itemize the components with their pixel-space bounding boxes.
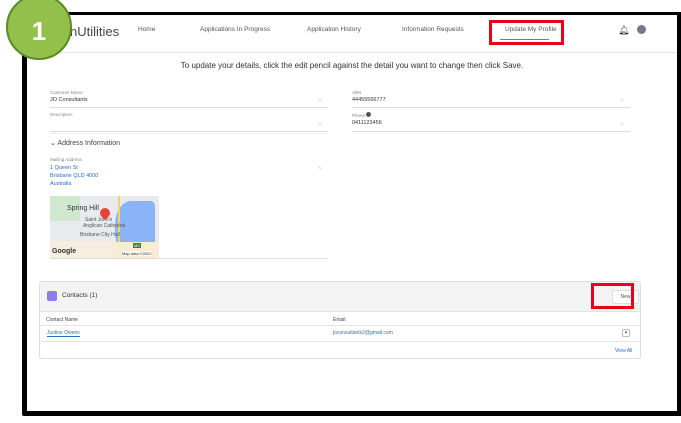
phone-value: 0411123456 (352, 120, 382, 126)
edit-pencil-icon[interactable]: ✎ (620, 122, 624, 128)
contacts-icon (47, 291, 57, 301)
google-logo: Google (52, 248, 77, 255)
view-all-link[interactable]: View All (615, 348, 632, 354)
contacts-card: Contacts (1) New Contact Name Email Just… (39, 281, 641, 359)
bell-icon[interactable]: 🔔︎ (618, 25, 629, 36)
user-avatar-icon[interactable] (637, 25, 646, 34)
map-attribution: Map data ©2022 (122, 251, 152, 256)
highlight-box (489, 20, 564, 45)
edit-pencil-icon[interactable]: ✎ (318, 122, 322, 128)
description-label: Description (50, 112, 73, 117)
contacts-title[interactable]: Contacts (1) (62, 292, 97, 299)
address-section-toggle[interactable]: ⌄ Address Information (50, 139, 120, 147)
field-divider (50, 131, 328, 132)
row-actions-dropdown-icon[interactable]: ▾ (622, 329, 630, 337)
address-line3[interactable]: Australia (50, 181, 71, 187)
info-icon[interactable] (366, 112, 372, 117)
nav-divider (27, 52, 677, 53)
field-divider (50, 107, 328, 108)
map-label: Anglican Cathedral (83, 223, 126, 229)
nav-information-requests[interactable]: Information Requests (402, 26, 464, 33)
address-section-title: Address Information (57, 140, 121, 147)
edit-pencil-icon[interactable]: ✎ (318, 98, 322, 104)
contact-name-link[interactable]: Justine Owens (47, 330, 80, 337)
phone-label: Phone (352, 112, 372, 118)
abn-label: ABN (352, 90, 362, 95)
map[interactable]: Spring Hill Saint John's Anglican Cathed… (50, 196, 159, 258)
field-divider (352, 131, 630, 132)
column-header-contact-name[interactable]: Contact Name (46, 317, 78, 323)
nav-application-history[interactable]: Application History (307, 26, 361, 33)
highlight-box (591, 283, 634, 309)
chevron-down-icon: ⌄ (50, 140, 56, 147)
instruction-text: To update your details, click the edit p… (180, 61, 524, 70)
nav-home[interactable]: Home (138, 26, 155, 33)
contacts-header: Contacts (1) New (40, 282, 640, 312)
edit-pencil-icon[interactable]: ✎ (620, 98, 624, 104)
logo: nUtilities (70, 24, 120, 39)
field-divider (50, 258, 328, 259)
map-label: Brisbane City Hall (80, 232, 120, 238)
column-header-email[interactable]: Email (333, 317, 346, 323)
map-label: Spring Hill (67, 205, 99, 212)
contact-email-link[interactable]: joconsultants2@gmail.com (333, 330, 393, 336)
field-divider (352, 107, 630, 108)
phone-label-text: Phone (352, 113, 366, 118)
address-line1[interactable]: 1 Queen St (50, 165, 78, 171)
section-divider (50, 133, 328, 134)
nav-applications-in-progress[interactable]: Applications In Progress (200, 26, 270, 33)
map-label: M3 (133, 243, 141, 248)
row-divider (40, 341, 640, 342)
row-divider (40, 325, 640, 326)
edit-pencil-icon[interactable]: ✎ (318, 166, 322, 172)
address-line2[interactable]: Brisbane QLD 4000 (50, 173, 98, 179)
abn-value: 44455566777 (352, 97, 386, 103)
customer-name-value: JO Consultants (50, 97, 88, 103)
customer-name-label: Customer Name (50, 90, 83, 95)
mailing-address-label: Mailing Address (50, 157, 82, 162)
